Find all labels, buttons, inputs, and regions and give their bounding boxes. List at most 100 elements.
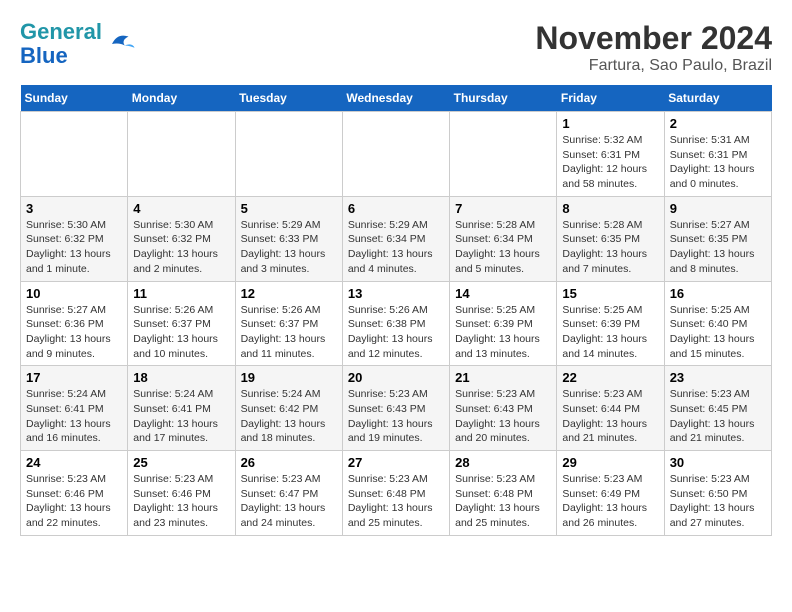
day-info: Sunrise: 5:23 AMSunset: 6:48 PMDaylight:… bbox=[455, 472, 551, 531]
logo: GeneralBlue bbox=[20, 20, 136, 68]
calendar-cell: 19 Sunrise: 5:24 AMSunset: 6:42 PMDayligh… bbox=[235, 366, 342, 451]
day-number: 6 bbox=[348, 201, 444, 216]
day-info: Sunrise: 5:31 AMSunset: 6:31 PMDaylight:… bbox=[670, 133, 766, 192]
day-number: 21 bbox=[455, 370, 551, 385]
day-info: Sunrise: 5:29 AMSunset: 6:34 PMDaylight:… bbox=[348, 218, 444, 277]
weekday-header: Friday bbox=[557, 85, 664, 112]
calendar-cell: 12 Sunrise: 5:26 AMSunset: 6:37 PMDayligh… bbox=[235, 281, 342, 366]
calendar-cell: 7Sunrise: 5:28 AMSunset: 6:34 PMDaylight… bbox=[450, 196, 557, 281]
calendar-table: SundayMondayTuesdayWednesdayThursdayFrid… bbox=[20, 85, 772, 536]
calendar-cell: 1Sunrise: 5:32 AMSunset: 6:31 PMDaylight… bbox=[557, 112, 664, 197]
calendar-cell: 22 Sunrise: 5:23 AMSunset: 6:44 PMDayligh… bbox=[557, 366, 664, 451]
calendar-cell: 28 Sunrise: 5:23 AMSunset: 6:48 PMDayligh… bbox=[450, 451, 557, 536]
calendar-cell: 8 Sunrise: 5:28 AMSunset: 6:35 PMDaylight… bbox=[557, 196, 664, 281]
calendar-week-row: 24 Sunrise: 5:23 AMSunset: 6:46 PMDayligh… bbox=[21, 451, 772, 536]
calendar-cell: 30 Sunrise: 5:23 AMSunset: 6:50 PMDayligh… bbox=[664, 451, 771, 536]
day-info: Sunrise: 5:25 AMSunset: 6:39 PMDaylight:… bbox=[455, 303, 551, 362]
calendar-week-row: 17 Sunrise: 5:24 AMSunset: 6:41 PMDayligh… bbox=[21, 366, 772, 451]
day-info: Sunrise: 5:23 AMSunset: 6:44 PMDaylight:… bbox=[562, 387, 658, 446]
weekday-header: Tuesday bbox=[235, 85, 342, 112]
calendar-week-row: 3 Sunrise: 5:30 AMSunset: 6:32 PMDaylight… bbox=[21, 196, 772, 281]
calendar-cell: 2 Sunrise: 5:31 AMSunset: 6:31 PMDaylight… bbox=[664, 112, 771, 197]
day-number: 20 bbox=[348, 370, 444, 385]
calendar-cell: 4 Sunrise: 5:30 AMSunset: 6:32 PMDaylight… bbox=[128, 196, 235, 281]
day-info: Sunrise: 5:24 AMSunset: 6:41 PMDaylight:… bbox=[133, 387, 229, 446]
day-number: 9 bbox=[670, 201, 766, 216]
calendar-cell: 26Sunrise: 5:23 AMSunset: 6:47 PMDayligh… bbox=[235, 451, 342, 536]
day-number: 11 bbox=[133, 286, 229, 301]
day-info: Sunrise: 5:23 AMSunset: 6:45 PMDaylight:… bbox=[670, 387, 766, 446]
day-info: Sunrise: 5:32 AMSunset: 6:31 PMDaylight:… bbox=[562, 133, 658, 192]
day-number: 4 bbox=[133, 201, 229, 216]
day-number: 10 bbox=[26, 286, 122, 301]
calendar-cell: 9Sunrise: 5:27 AMSunset: 6:35 PMDaylight… bbox=[664, 196, 771, 281]
day-number: 3 bbox=[26, 201, 122, 216]
day-info: Sunrise: 5:23 AMSunset: 6:46 PMDaylight:… bbox=[26, 472, 122, 531]
day-number: 30 bbox=[670, 455, 766, 470]
day-number: 17 bbox=[26, 370, 122, 385]
weekday-header: Wednesday bbox=[342, 85, 449, 112]
day-info: Sunrise: 5:30 AMSunset: 6:32 PMDaylight:… bbox=[26, 218, 122, 277]
weekday-header: Thursday bbox=[450, 85, 557, 112]
calendar-cell bbox=[342, 112, 449, 197]
day-info: Sunrise: 5:23 AMSunset: 6:46 PMDaylight:… bbox=[133, 472, 229, 531]
day-number: 18 bbox=[133, 370, 229, 385]
day-number: 24 bbox=[26, 455, 122, 470]
day-info: Sunrise: 5:24 AMSunset: 6:42 PMDaylight:… bbox=[241, 387, 337, 446]
calendar-cell bbox=[21, 112, 128, 197]
day-info: Sunrise: 5:28 AMSunset: 6:35 PMDaylight:… bbox=[562, 218, 658, 277]
day-number: 19 bbox=[241, 370, 337, 385]
day-info: Sunrise: 5:25 AMSunset: 6:40 PMDaylight:… bbox=[670, 303, 766, 362]
calendar-cell: 24 Sunrise: 5:23 AMSunset: 6:46 PMDayligh… bbox=[21, 451, 128, 536]
day-info: Sunrise: 5:23 AMSunset: 6:49 PMDaylight:… bbox=[562, 472, 658, 531]
calendar-cell bbox=[450, 112, 557, 197]
calendar-cell: 29 Sunrise: 5:23 AMSunset: 6:49 PMDayligh… bbox=[557, 451, 664, 536]
calendar-cell: 20 Sunrise: 5:23 AMSunset: 6:43 PMDayligh… bbox=[342, 366, 449, 451]
day-number: 27 bbox=[348, 455, 444, 470]
calendar-cell: 6 Sunrise: 5:29 AMSunset: 6:34 PMDaylight… bbox=[342, 196, 449, 281]
day-info: Sunrise: 5:24 AMSunset: 6:41 PMDaylight:… bbox=[26, 387, 122, 446]
title-area: November 2024 Fartura, Sao Paulo, Brazil bbox=[535, 20, 772, 75]
day-number: 25 bbox=[133, 455, 229, 470]
logo-bird-icon bbox=[106, 29, 136, 59]
day-info: Sunrise: 5:23 AMSunset: 6:43 PMDaylight:… bbox=[348, 387, 444, 446]
calendar-cell: 25 Sunrise: 5:23 AMSunset: 6:46 PMDayligh… bbox=[128, 451, 235, 536]
calendar-cell: 14 Sunrise: 5:25 AMSunset: 6:39 PMDayligh… bbox=[450, 281, 557, 366]
calendar-cell: 10 Sunrise: 5:27 AMSunset: 6:36 PMDayligh… bbox=[21, 281, 128, 366]
day-info: Sunrise: 5:28 AMSunset: 6:34 PMDaylight:… bbox=[455, 218, 551, 277]
day-number: 29 bbox=[562, 455, 658, 470]
day-info: Sunrise: 5:26 AMSunset: 6:38 PMDaylight:… bbox=[348, 303, 444, 362]
calendar-cell: 23 Sunrise: 5:23 AMSunset: 6:45 PMDayligh… bbox=[664, 366, 771, 451]
day-info: Sunrise: 5:29 AMSunset: 6:33 PMDaylight:… bbox=[241, 218, 337, 277]
day-number: 23 bbox=[670, 370, 766, 385]
weekday-header: Sunday bbox=[21, 85, 128, 112]
day-number: 22 bbox=[562, 370, 658, 385]
month-title: November 2024 bbox=[535, 20, 772, 57]
weekday-header: Monday bbox=[128, 85, 235, 112]
day-info: Sunrise: 5:23 AMSunset: 6:50 PMDaylight:… bbox=[670, 472, 766, 531]
day-number: 16 bbox=[670, 286, 766, 301]
day-info: Sunrise: 5:26 AMSunset: 6:37 PMDaylight:… bbox=[241, 303, 337, 362]
calendar-header: SundayMondayTuesdayWednesdayThursdayFrid… bbox=[21, 85, 772, 112]
day-number: 5 bbox=[241, 201, 337, 216]
day-number: 28 bbox=[455, 455, 551, 470]
day-number: 14 bbox=[455, 286, 551, 301]
day-info: Sunrise: 5:23 AMSunset: 6:47 PMDaylight:… bbox=[241, 472, 337, 531]
calendar-cell: 18 Sunrise: 5:24 AMSunset: 6:41 PMDayligh… bbox=[128, 366, 235, 451]
day-info: Sunrise: 5:30 AMSunset: 6:32 PMDaylight:… bbox=[133, 218, 229, 277]
calendar-cell bbox=[128, 112, 235, 197]
header: GeneralBlue November 2024 Fartura, Sao P… bbox=[20, 20, 772, 75]
calendar-cell bbox=[235, 112, 342, 197]
calendar-cell: 11Sunrise: 5:26 AMSunset: 6:37 PMDayligh… bbox=[128, 281, 235, 366]
location-title: Fartura, Sao Paulo, Brazil bbox=[535, 57, 772, 75]
day-info: Sunrise: 5:27 AMSunset: 6:36 PMDaylight:… bbox=[26, 303, 122, 362]
day-number: 8 bbox=[562, 201, 658, 216]
calendar-cell: 27 Sunrise: 5:23 AMSunset: 6:48 PMDayligh… bbox=[342, 451, 449, 536]
day-number: 12 bbox=[241, 286, 337, 301]
day-number: 2 bbox=[670, 116, 766, 131]
logo-text: GeneralBlue bbox=[20, 20, 102, 68]
day-info: Sunrise: 5:23 AMSunset: 6:43 PMDaylight:… bbox=[455, 387, 551, 446]
day-info: Sunrise: 5:23 AMSunset: 6:48 PMDaylight:… bbox=[348, 472, 444, 531]
day-number: 13 bbox=[348, 286, 444, 301]
calendar-cell: 15Sunrise: 5:25 AMSunset: 6:39 PMDayligh… bbox=[557, 281, 664, 366]
